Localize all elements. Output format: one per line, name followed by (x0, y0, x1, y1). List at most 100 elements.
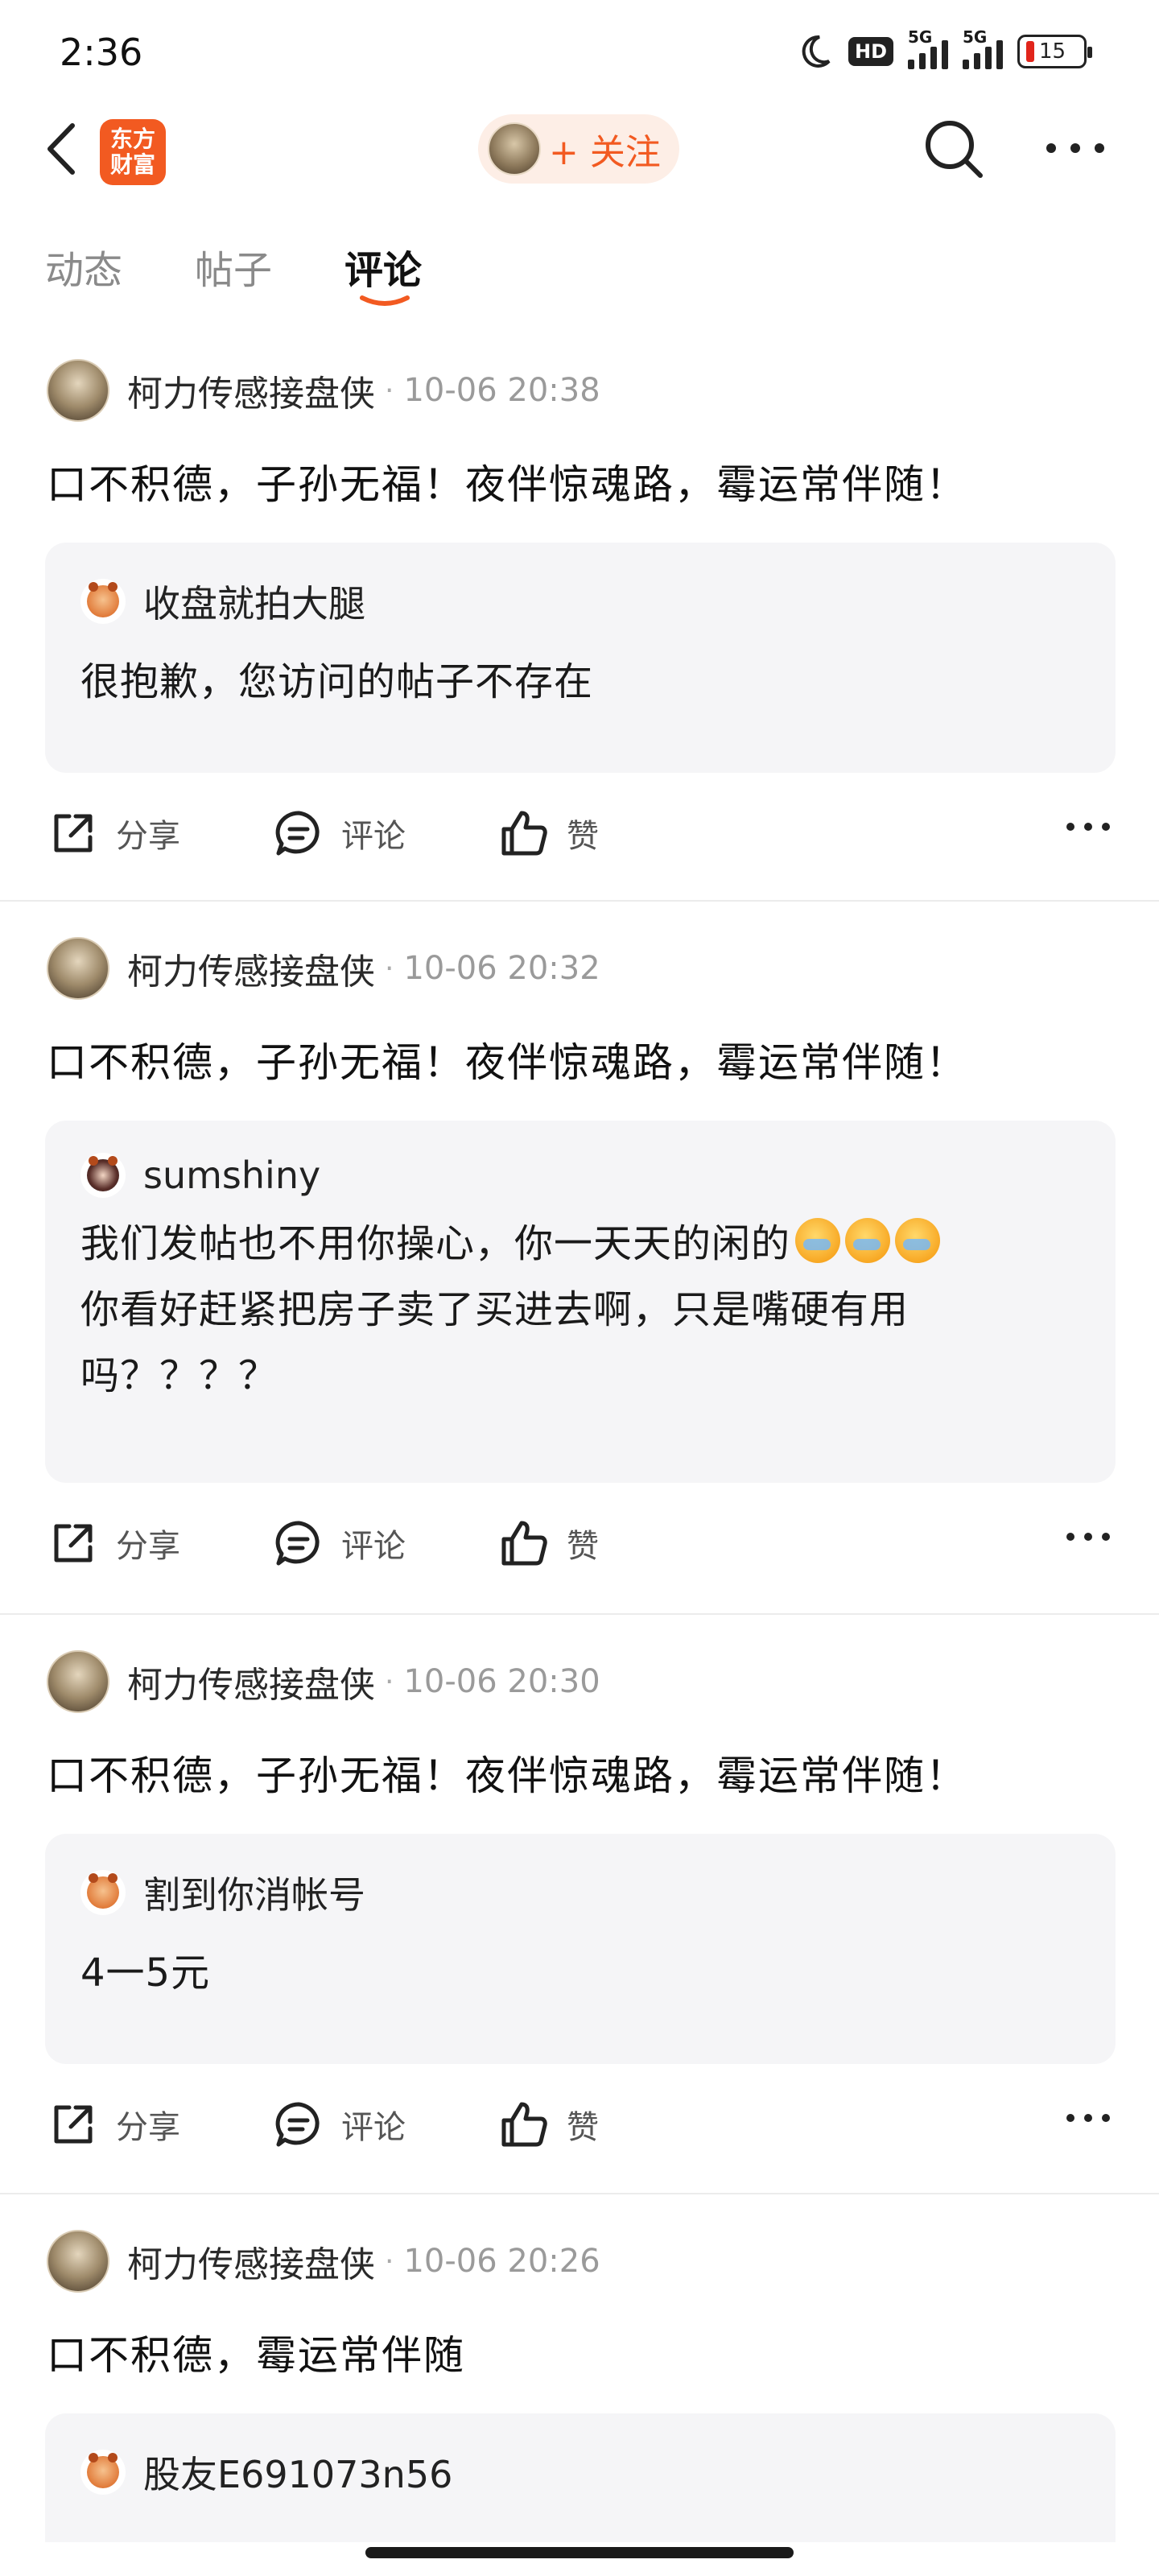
sweat-emoji-icon (845, 1218, 891, 1263)
timestamp: 10-06 20:26 (403, 2243, 600, 2280)
avatar (80, 579, 126, 624)
author-name[interactable]: 柯力传感接盘侠 (127, 365, 375, 416)
comment-card[interactable]: 柯力传感接盘侠 · 10-06 20:32 口不积德，子孙无福！夜伴惊魂路，霉运… (0, 902, 1159, 1615)
comment-button[interactable]: 评论 (272, 1517, 406, 1570)
share-label: 分享 (116, 818, 180, 855)
quoted-reply[interactable]: 割到你消帐号 4一5元 (45, 1834, 1116, 2064)
comment-label: 评论 (341, 2109, 406, 2146)
tab-posts[interactable]: 帖子 (195, 238, 272, 295)
quoted-reply[interactable]: sumshiny 我们发帖也不用你操心，你一天天的闲的 你看好赶紧把房子卖了买进… (45, 1121, 1116, 1483)
comment-label: 评论 (341, 818, 406, 855)
comment-button[interactable]: 评论 (272, 2098, 406, 2151)
comment-button[interactable]: 评论 (272, 807, 406, 860)
share-icon (54, 814, 93, 852)
author-row: 柯力传感接盘侠 · 10-06 20:26 (47, 2230, 600, 2293)
thumbs-up-icon (501, 2102, 547, 2147)
quote-username[interactable]: 割到你消帐号 (143, 1866, 365, 1919)
quote-user: sumshiny (80, 1153, 320, 1198)
hd-badge: HD (848, 37, 893, 66)
comment-icon (275, 2102, 320, 2147)
author-row: 柯力传感接盘侠 · 10-06 20:32 (47, 937, 600, 1000)
search-icon[interactable] (921, 116, 987, 182)
share-button[interactable]: 分享 (47, 2098, 180, 2151)
share-icon (54, 2105, 93, 2144)
avatar[interactable] (47, 937, 109, 1000)
more-options-icon[interactable] (1064, 815, 1112, 839)
more-options-icon[interactable] (1064, 2106, 1112, 2130)
quote-user: 割到你消帐号 (80, 1866, 365, 1919)
author-name[interactable]: 柯力传感接盘侠 (127, 1656, 375, 1707)
avatar[interactable] (47, 2230, 109, 2293)
comment-card[interactable]: 柯力传感接盘侠 · 10-06 20:38 口不积德，子孙无福！夜伴惊魂路，霉运… (0, 346, 1159, 902)
comment-card[interactable]: 柯力传感接盘侠 · 10-06 20:26 口不积德，霉运常伴随 股友E6910… (0, 2194, 1159, 2542)
quote-line: 你看好赶紧把房子卖了买进去啊，只是嘴硬有用 (80, 1287, 909, 1332)
quote-username[interactable]: 股友E691073n56 (143, 2446, 452, 2499)
logo-line2: 财富 (109, 151, 155, 178)
tab-bar: 动态 帖子 评论 (45, 238, 423, 306)
like-button[interactable]: 赞 (497, 1517, 599, 1570)
avatar[interactable] (47, 359, 109, 422)
author-row: 柯力传感接盘侠 · 10-06 20:38 (47, 359, 600, 422)
status-time: 2:36 (60, 31, 143, 74)
tab-comments-label: 评论 (344, 248, 423, 293)
like-button[interactable]: 赞 (497, 807, 599, 860)
quoted-reply[interactable]: 股友E691073n56 (45, 2413, 1116, 2542)
separator-dot: · (385, 952, 394, 985)
separator-dot: · (385, 374, 394, 407)
avatar (80, 1153, 126, 1198)
timestamp: 10-06 20:38 (403, 372, 600, 409)
share-label: 分享 (116, 2109, 180, 2146)
comment-feed: 柯力传感接盘侠 · 10-06 20:38 口不积德，子孙无福！夜伴惊魂路，霉运… (0, 346, 1159, 2542)
quote-text: 很抱歉，您访问的帖子不存在 (80, 649, 593, 715)
sweat-emoji-icon (895, 1218, 941, 1263)
more-options-icon[interactable] (1043, 132, 1107, 164)
network-label: 5G (908, 27, 933, 47)
author-row: 柯力传感接盘侠 · 10-06 20:30 (47, 1650, 600, 1713)
comment-label: 评论 (341, 1528, 406, 1565)
action-bar: 分享 评论 赞 (47, 807, 1117, 871)
quote-line: 吗？？？？ (80, 1353, 278, 1398)
tab-dynamic[interactable]: 动态 (45, 238, 122, 295)
back-arrow-icon[interactable] (39, 121, 90, 177)
like-label: 赞 (567, 818, 599, 855)
quote-user: 股友E691073n56 (80, 2446, 452, 2499)
separator-dot: · (385, 2244, 394, 2278)
app-logo[interactable]: 东方 财富 (100, 119, 166, 185)
like-label: 赞 (567, 2109, 599, 2146)
author-name[interactable]: 柯力传感接盘侠 (127, 943, 375, 994)
action-bar: 分享 评论 赞 (47, 2098, 1117, 2162)
home-indicator[interactable] (365, 2547, 794, 2558)
follow-label: + 关注 (549, 132, 661, 173)
follow-button[interactable]: + 关注 (478, 114, 679, 184)
tab-comments[interactable]: 评论 (344, 238, 423, 306)
thumbs-up-icon (501, 811, 547, 856)
quote-text: 我们发帖也不用你操心，你一天天的闲的 你看好赶紧把房子卖了买进去啊，只是嘴硬有用… (80, 1211, 941, 1409)
avatar (80, 1870, 126, 1915)
more-options-icon[interactable] (1064, 1525, 1112, 1549)
like-label: 赞 (567, 1528, 599, 1565)
logo-line1: 东方 (109, 126, 155, 152)
comment-text: 口不积德，子孙无福！夜伴惊魂路，霉运常伴随！ (47, 1752, 967, 1799)
quote-text: 4一5元 (80, 1940, 210, 2006)
quoted-reply[interactable]: 收盘就拍大腿 很抱歉，您访问的帖子不存在 (45, 543, 1116, 773)
status-bar: 2:36 HD 5G 5G 15 (0, 0, 1159, 105)
author-name[interactable]: 柯力传感接盘侠 (127, 2235, 375, 2287)
separator-dot: · (385, 1665, 394, 1699)
avatar (488, 122, 541, 175)
quote-line: 很抱歉，您访问的帖子不存在 (80, 659, 594, 704)
avatar[interactable] (47, 1650, 109, 1713)
moon-icon (802, 35, 831, 68)
battery-level: 15 (1039, 39, 1066, 64)
like-button[interactable]: 赞 (497, 2098, 599, 2151)
quote-username[interactable]: sumshiny (143, 1154, 320, 1197)
share-button[interactable]: 分享 (47, 1517, 180, 1570)
avatar (80, 2450, 126, 2495)
signal-icon: 5G (963, 27, 1003, 69)
quote-username[interactable]: 收盘就拍大腿 (143, 575, 365, 628)
timestamp: 10-06 20:30 (403, 1663, 600, 1700)
nav-bar: 东方 财富 + 关注 (0, 105, 1159, 193)
comment-card[interactable]: 柯力传感接盘侠 · 10-06 20:30 口不积德，子孙无福！夜伴惊魂路，霉运… (0, 1615, 1159, 2194)
share-button[interactable]: 分享 (47, 807, 180, 860)
comment-text: 口不积德，霉运常伴随 (47, 2332, 465, 2379)
comment-text: 口不积德，子孙无福！夜伴惊魂路，霉运常伴随！ (47, 461, 967, 508)
